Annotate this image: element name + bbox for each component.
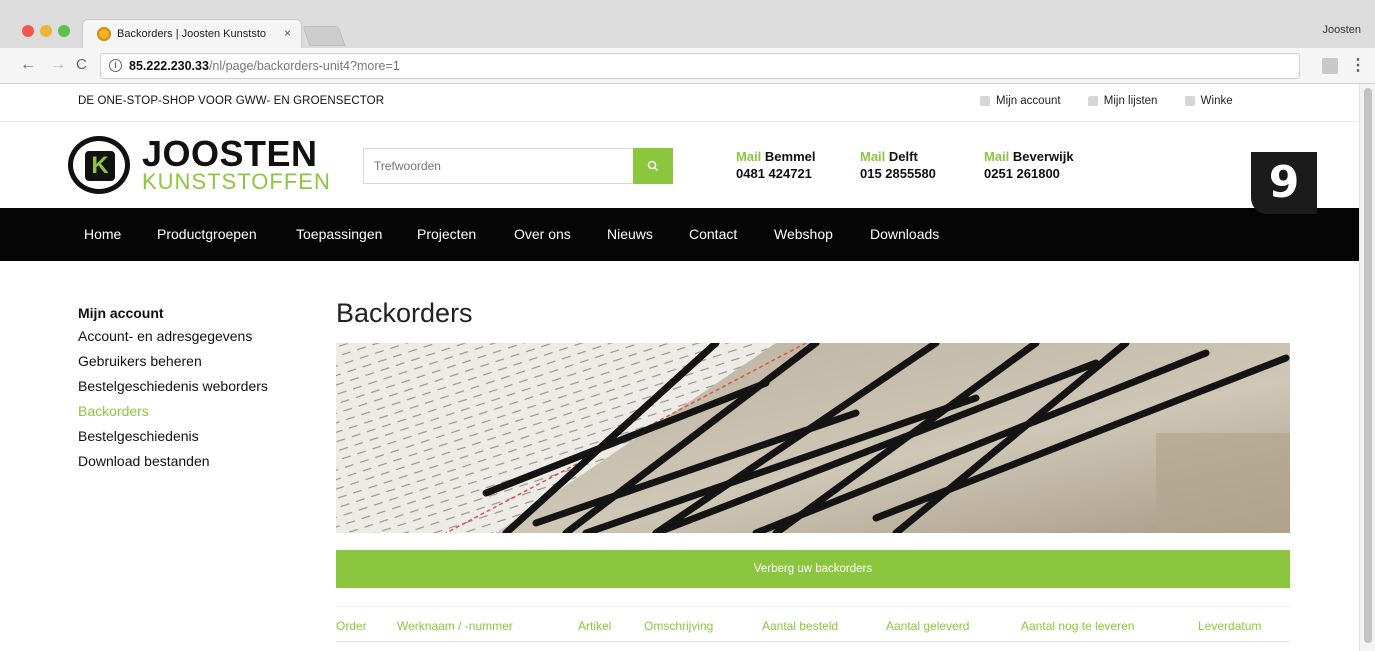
column-header[interactable]: Aantal geleverd bbox=[886, 619, 969, 633]
user-icon bbox=[980, 96, 990, 106]
backorders-table-header: Order Werknaam / -nummer Artikel Omschri… bbox=[336, 606, 1290, 642]
page-scrollbar[interactable] bbox=[1359, 84, 1375, 651]
step-number-badge: 9 bbox=[1251, 152, 1317, 214]
browser-window: Backorders | Joosten Kunststo × Joosten … bbox=[0, 0, 1375, 651]
column-header[interactable]: Order bbox=[336, 619, 367, 633]
top-links: Mijn account Mijn lijsten Winke bbox=[980, 95, 1257, 109]
browser-menu-icon[interactable]: ⋮ bbox=[1350, 55, 1366, 75]
account-sidebar: Mijn account Account- en adresgegevens G… bbox=[78, 304, 268, 474]
tab-title: Backorders | Joosten Kunststo bbox=[117, 28, 266, 40]
sidebar-title: Mijn account bbox=[78, 305, 164, 321]
site-header: K JOOSTEN KUNSTSTOFFEN Mail Bemmel 0481 … bbox=[0, 122, 1359, 208]
sidebar-item-order-history[interactable]: Bestelgeschiedenis bbox=[78, 424, 268, 449]
cart-icon bbox=[1184, 96, 1195, 106]
info-icon[interactable]: i bbox=[109, 59, 122, 72]
search-box bbox=[363, 148, 673, 184]
nav-nieuws[interactable]: Nieuws bbox=[607, 226, 653, 242]
nav-toepassingen[interactable]: Toepassingen bbox=[296, 226, 382, 242]
nav-downloads[interactable]: Downloads bbox=[870, 226, 939, 242]
logo-mark-icon: K bbox=[68, 136, 130, 194]
nav-productgroepen[interactable]: Productgroepen bbox=[157, 226, 257, 242]
profile-name[interactable]: Joosten bbox=[1322, 24, 1361, 36]
tagline: DE ONE-STOP-SHOP VOOR GWW- EN GROENSECTO… bbox=[78, 95, 385, 107]
nav-contact[interactable]: Contact bbox=[689, 226, 737, 242]
phone-number[interactable]: 0251 261800 bbox=[984, 165, 1074, 182]
main-navigation: Home Productgroepen Toepassingen Project… bbox=[0, 208, 1359, 261]
extension-icon[interactable] bbox=[1322, 58, 1338, 74]
browser-tab[interactable]: Backorders | Joosten Kunststo × bbox=[82, 19, 302, 48]
page-title: Backorders bbox=[336, 298, 473, 328]
close-window-button[interactable] bbox=[22, 25, 34, 37]
top-bar: DE ONE-STOP-SHOP VOOR GWW- EN GROENSECTO… bbox=[0, 84, 1359, 122]
forward-arrow-icon[interactable]: → bbox=[50, 56, 66, 74]
my-lists-link[interactable]: Mijn lijsten bbox=[1087, 95, 1157, 107]
scrollbar-thumb[interactable] bbox=[1364, 88, 1372, 643]
cart-link[interactable]: Winke bbox=[1184, 95, 1233, 107]
sidebar-item-account[interactable]: Account- en adresgegevens bbox=[78, 324, 268, 349]
column-header[interactable]: Aantal besteld bbox=[762, 619, 838, 633]
browser-toolbar: ← → C i 85.222.230.33/nl/page/backorders… bbox=[0, 48, 1375, 84]
search-input[interactable] bbox=[364, 149, 634, 183]
nav-webshop[interactable]: Webshop bbox=[774, 226, 833, 242]
nav-over-ons[interactable]: Over ons bbox=[514, 226, 571, 242]
column-header[interactable]: Leverdatum bbox=[1198, 619, 1261, 633]
mail-link[interactable]: Mail bbox=[860, 149, 885, 164]
phone-number[interactable]: 015 2855580 bbox=[860, 165, 936, 182]
sidebar-item-weborders[interactable]: Bestelgeschiedenis weborders bbox=[78, 374, 268, 399]
nav-projecten[interactable]: Projecten bbox=[417, 226, 476, 242]
contact-delft: Mail Delft 015 2855580 bbox=[860, 149, 936, 182]
list-icon bbox=[1087, 96, 1098, 106]
logo-subtitle: KUNSTSTOFFEN bbox=[142, 169, 331, 194]
phone-number[interactable]: 0481 424721 bbox=[736, 165, 816, 182]
back-arrow-icon[interactable]: ← bbox=[20, 56, 36, 74]
sidebar-item-backorders[interactable]: Backorders bbox=[78, 399, 268, 424]
search-button[interactable] bbox=[633, 148, 673, 184]
new-tab-button[interactable] bbox=[302, 26, 346, 46]
site-logo[interactable]: K JOOSTEN KUNSTSTOFFEN bbox=[66, 133, 330, 196]
web-page: DE ONE-STOP-SHOP VOOR GWW- EN GROENSECTO… bbox=[0, 84, 1359, 651]
contact-beverwijk: Mail Beverwijk 0251 261800 bbox=[984, 149, 1074, 182]
hide-backorders-button[interactable]: Verberg uw backorders bbox=[336, 550, 1290, 588]
nav-home[interactable]: Home bbox=[84, 226, 121, 242]
search-icon bbox=[647, 160, 659, 171]
url-text: 85.222.230.33/nl/page/backorders-unit4?m… bbox=[129, 59, 400, 73]
tab-close-icon[interactable]: × bbox=[284, 26, 291, 40]
geogrid-photo bbox=[336, 343, 1290, 533]
contact-bemmel: Mail Bemmel 0481 424721 bbox=[736, 149, 816, 182]
my-account-link[interactable]: Mijn account bbox=[980, 95, 1061, 107]
mail-link[interactable]: Mail bbox=[736, 149, 761, 164]
favicon-icon bbox=[97, 27, 111, 41]
column-header[interactable]: Werknaam / -nummer bbox=[397, 619, 513, 633]
browser-titlebar: Backorders | Joosten Kunststo × Joosten bbox=[0, 0, 1375, 48]
column-header[interactable]: Aantal nog te leveren bbox=[1021, 619, 1134, 633]
minimize-window-button[interactable] bbox=[40, 25, 52, 37]
column-header[interactable]: Artikel bbox=[578, 619, 611, 633]
address-bar[interactable]: i 85.222.230.33/nl/page/backorders-unit4… bbox=[100, 53, 1300, 79]
sidebar-item-downloads[interactable]: Download bestanden bbox=[78, 449, 268, 474]
sidebar-item-users[interactable]: Gebruikers beheren bbox=[78, 349, 268, 374]
mail-link[interactable]: Mail bbox=[984, 149, 1009, 164]
column-header[interactable]: Omschrijving bbox=[644, 619, 713, 633]
maximize-window-button[interactable] bbox=[58, 25, 70, 37]
reload-icon[interactable]: C bbox=[76, 56, 87, 73]
hero-image bbox=[336, 343, 1290, 533]
logo-name: JOOSTEN bbox=[142, 133, 318, 174]
